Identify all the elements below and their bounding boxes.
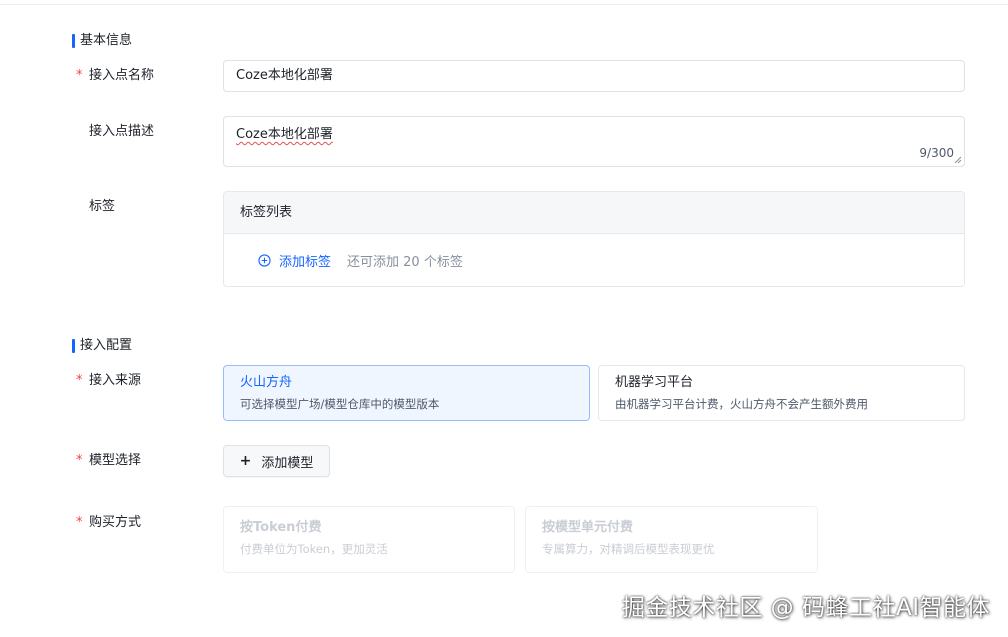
model-label: * 模型选择 [76, 453, 142, 468]
add-tag-button[interactable]: 添加标签 [258, 251, 331, 270]
purchase-option-title: 按Token付费 [240, 520, 322, 535]
required-marker: * [76, 453, 83, 468]
resize-handle-icon[interactable] [954, 156, 962, 164]
endpoint-desc-textarea[interactable]: Coze本地化部署 9/300 [223, 116, 965, 167]
add-tag-label: 添加标签 [279, 254, 332, 270]
tag-list-panel: 标签列表 添加标签 还可添加 20 个标签 [223, 191, 965, 287]
tags-label: 标签 [89, 199, 116, 214]
required-marker: * [76, 515, 83, 530]
tag-list-header: 标签列表 [224, 192, 964, 234]
source-label: * 接入来源 [76, 373, 142, 388]
section-title-access-config: 接入配置 [72, 337, 132, 355]
purchase-label: * 购买方式 [76, 515, 142, 530]
required-marker: * [76, 68, 83, 83]
add-model-button[interactable]: + 添加模型 [223, 445, 330, 477]
purchase-option-token[interactable]: 按Token付费 付费单位为Token，更加灵活 [223, 506, 515, 573]
purchase-option-desc: 专属算力，对精调后模型表现更优 [542, 542, 715, 556]
section-title-basic-info: 基本信息 [72, 32, 132, 50]
purchase-option-model-unit[interactable]: 按模型单元付费 专属算力，对精调后模型表现更优 [525, 506, 818, 573]
purchase-option-title: 按模型单元付费 [542, 520, 634, 535]
source-option-title: 机器学习平台 [615, 375, 694, 390]
plus-circle-icon [258, 253, 271, 267]
desc-value: Coze本地化部署 [236, 127, 333, 142]
watermark-text: 掘金技术社区 @ 码蜂工社AI智能体 [621, 595, 990, 621]
source-option-ml-platform[interactable]: 机器学习平台 由机器学习平台计费，火山方舟不会产生额外费用 [598, 365, 965, 421]
add-model-label: 添加模型 [261, 455, 314, 471]
plus-icon: + [239, 453, 252, 469]
source-option-ark[interactable]: 火山方舟 可选择模型广场/模型仓库中的模型版本 [223, 365, 590, 421]
char-counter: 9/300 [919, 146, 954, 160]
desc-label: 接入点描述 [89, 124, 155, 139]
name-label: * 接入点名称 [76, 68, 155, 83]
purchase-option-desc: 付费单位为Token，更加灵活 [240, 542, 388, 556]
endpoint-name-input[interactable]: Coze本地化部署 [223, 60, 965, 92]
required-marker: * [76, 373, 83, 388]
tag-remaining-hint: 还可添加 20 个标签 [347, 254, 463, 270]
source-option-desc: 可选择模型广场/模型仓库中的模型版本 [240, 397, 440, 411]
source-option-title: 火山方舟 [240, 375, 293, 390]
top-divider [0, 4, 1008, 5]
source-option-desc: 由机器学习平台计费，火山方舟不会产生额外费用 [615, 397, 868, 411]
